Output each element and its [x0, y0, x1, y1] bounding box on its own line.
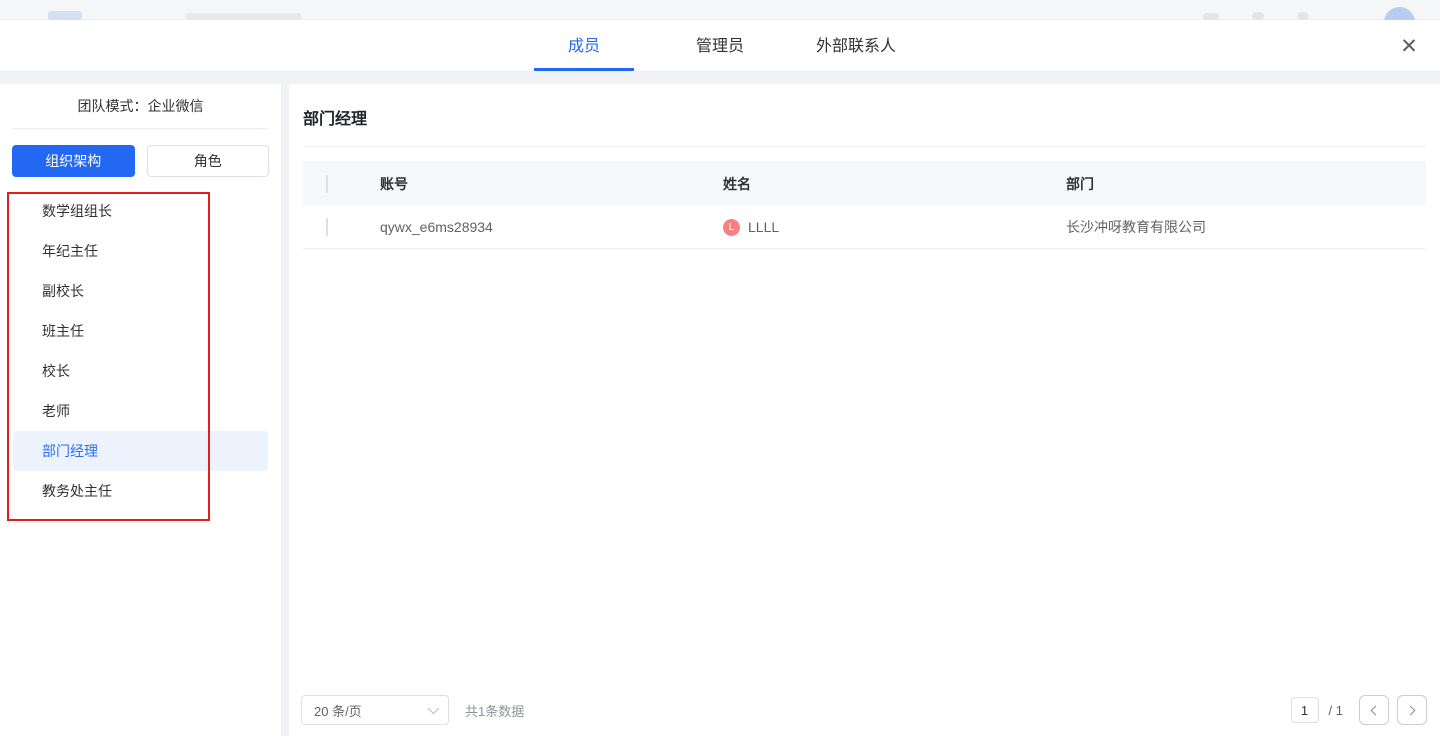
pagination-left: 20 条/页 共1条数据 [301, 695, 524, 725]
total-count-label: 共1条数据 [465, 701, 524, 720]
table-header-row: 账号 姓名 部门 [303, 161, 1426, 206]
role-button[interactable]: 角色 [147, 145, 270, 177]
faded-help-icon [1252, 12, 1264, 20]
role-item-grade-director[interactable]: 年纪主任 [13, 231, 268, 271]
pagination-right: 1 / 1 [1291, 695, 1427, 725]
page-size-select[interactable]: 20 条/页 [301, 695, 449, 725]
sidebar: 团队模式：企业微信 组织架构 角色 数学组组长 年纪主任 副校长 班主任 校长 … [0, 84, 281, 736]
members-table: 账号 姓名 部门 qywx_e6ms28934 L LLLL 长沙冲呀教育有限公… [303, 161, 1426, 249]
prev-page-button[interactable] [1359, 695, 1389, 725]
member-name: LLLL [748, 219, 779, 235]
account-cell: qywx_e6ms28934 [380, 219, 723, 235]
next-page-button[interactable] [1397, 695, 1427, 725]
department-cell: 长沙冲呀教育有限公司 [1066, 217, 1426, 237]
faded-toolbar-icon [1203, 13, 1219, 20]
role-item-vice-principal[interactable]: 副校长 [13, 271, 268, 311]
faded-nav-text [186, 13, 301, 20]
row-checkbox[interactable] [326, 218, 328, 236]
app-logo [48, 11, 82, 20]
role-item-academic-affairs-director[interactable]: 教务处主任 [13, 471, 268, 511]
title-divider [303, 146, 1426, 147]
chevron-right-icon [1406, 705, 1416, 715]
tab-members[interactable]: 成员 [534, 20, 634, 71]
column-header-account: 账号 [380, 174, 723, 194]
select-all-checkbox[interactable] [326, 175, 328, 193]
role-item-principal[interactable]: 校长 [13, 351, 268, 391]
chevron-left-icon [1371, 705, 1381, 715]
current-page-input[interactable]: 1 [1291, 697, 1319, 723]
column-header-department: 部门 [1066, 174, 1426, 194]
total-pages-label: / 1 [1329, 703, 1343, 718]
member-avatar: L [723, 219, 740, 236]
sidebar-toggle-buttons: 组织架构 角色 [12, 145, 269, 177]
column-header-name: 姓名 [723, 174, 1066, 194]
role-item-class-teacher[interactable]: 班主任 [13, 311, 268, 351]
close-icon[interactable]: ✕ [1394, 31, 1424, 61]
tab-external-contacts[interactable]: 外部联系人 [806, 20, 906, 71]
role-item-department-manager[interactable]: 部门经理 [13, 431, 268, 471]
role-item-math-group-leader[interactable]: 数学组组长 [13, 191, 268, 231]
underlying-page-header [0, 0, 1440, 20]
pagination-bar: 20 条/页 共1条数据 1 / 1 [301, 695, 1427, 725]
chevron-down-icon [428, 703, 439, 714]
main-panel: 部门经理 账号 姓名 部门 qywx_e6ms28934 L LLLL 长沙冲呀… [289, 84, 1440, 736]
name-cell: L LLLL [723, 219, 1066, 236]
table-row: qywx_e6ms28934 L LLLL 长沙冲呀教育有限公司 [303, 206, 1426, 249]
faded-bell-icon [1298, 12, 1308, 20]
tab-administrators[interactable]: 管理员 [670, 20, 770, 71]
org-structure-button[interactable]: 组织架构 [12, 145, 135, 177]
sidebar-divider [12, 128, 269, 129]
page-title: 部门经理 [289, 84, 1440, 129]
page-size-value: 20 条/页 [314, 701, 362, 720]
role-list: 数学组组长 年纪主任 副校长 班主任 校长 老师 部门经理 教务处主任 [0, 191, 281, 511]
team-mode-label: 团队模式：企业微信 [0, 84, 281, 128]
dialog-tabbar: 成员 管理员 外部联系人 [0, 20, 1440, 72]
role-item-teacher[interactable]: 老师 [13, 391, 268, 431]
